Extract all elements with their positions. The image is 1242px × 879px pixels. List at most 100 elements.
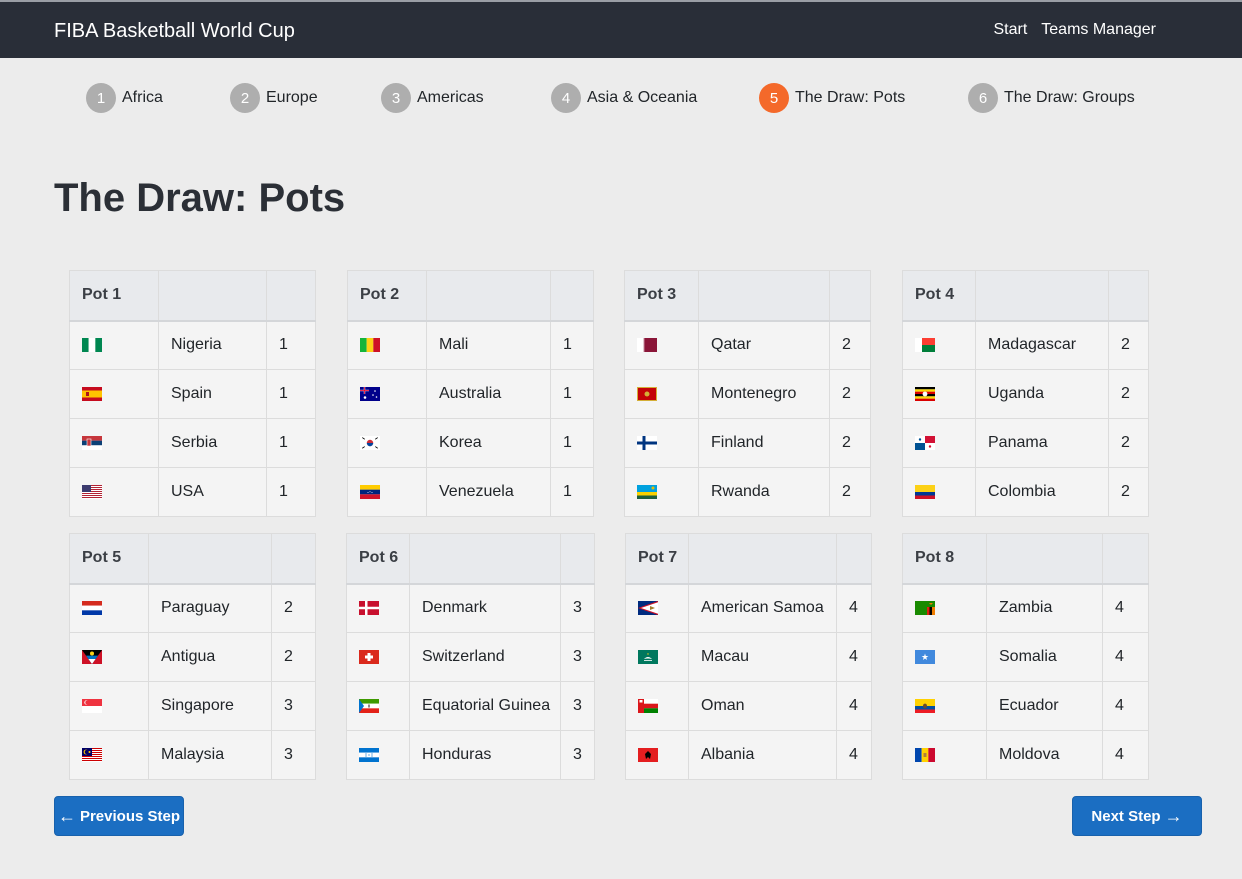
country-name: Finland bbox=[698, 418, 830, 468]
country-name: Panama bbox=[975, 418, 1109, 468]
next-step-label: Next Step bbox=[1091, 807, 1161, 825]
team-rank: 1 bbox=[266, 467, 316, 517]
panama-flag-icon bbox=[915, 435, 935, 450]
pot-header-row: Pot 1 bbox=[69, 270, 316, 322]
table-row: Rwanda 2 bbox=[624, 467, 871, 517]
table-row: Antigua 2 bbox=[69, 632, 316, 682]
flag-cell bbox=[902, 730, 987, 780]
table-row: Panama 2 bbox=[902, 418, 1149, 468]
flag-cell bbox=[902, 681, 987, 731]
rwanda-flag-icon bbox=[637, 484, 657, 499]
table-row: Serbia 1 bbox=[69, 418, 316, 468]
team-rank: 4 bbox=[836, 632, 872, 682]
flag-cell bbox=[902, 583, 987, 633]
pot-table-5: Pot 5 Paraguay 2 Antigua 2 Singapore 3 M… bbox=[69, 533, 316, 780]
finland-flag-icon bbox=[637, 435, 657, 450]
team-rank: 1 bbox=[266, 418, 316, 468]
flag-cell bbox=[902, 632, 987, 682]
country-name: Ecuador bbox=[986, 681, 1103, 731]
country-name: Nigeria bbox=[158, 320, 267, 370]
team-rank: 3 bbox=[271, 730, 316, 780]
step-draw-groups[interactable]: 6 The Draw: Groups bbox=[968, 83, 1135, 113]
colombia-flag-icon bbox=[915, 484, 935, 499]
team-rank: 2 bbox=[1108, 467, 1149, 517]
table-row: Madagascar 2 bbox=[902, 320, 1149, 370]
flag-cell bbox=[69, 418, 159, 468]
team-rank: 2 bbox=[1108, 369, 1149, 419]
brand-title[interactable]: FIBA Basketball World Cup bbox=[54, 19, 295, 43]
pot-header-row: Pot 5 bbox=[69, 533, 316, 585]
pot-name: Pot 6 bbox=[346, 533, 410, 585]
step-asia-oceania[interactable]: 4 Asia & Oceania bbox=[551, 83, 697, 113]
macau-flag-icon bbox=[638, 649, 658, 664]
pot-table-2: Pot 2 Mali 1 Australia 1 Korea 1 Venezue… bbox=[347, 270, 594, 517]
flag-cell bbox=[624, 467, 699, 517]
albania-flag-icon bbox=[638, 747, 658, 762]
team-rank: 4 bbox=[836, 583, 872, 633]
next-step-button[interactable]: Next Step → bbox=[1072, 796, 1202, 836]
flag-cell bbox=[625, 583, 689, 633]
flag-cell bbox=[346, 632, 410, 682]
table-row: Oman 4 bbox=[625, 681, 872, 731]
flag-cell bbox=[69, 730, 149, 780]
step-draw-pots[interactable]: 5 The Draw: Pots bbox=[759, 83, 905, 113]
team-rank: 1 bbox=[266, 369, 316, 419]
country-name: Rwanda bbox=[698, 467, 830, 517]
team-rank: 2 bbox=[829, 467, 871, 517]
page-title: The Draw: Pots bbox=[54, 176, 346, 220]
madagascar-flag-icon bbox=[915, 338, 935, 353]
pot-header-cell bbox=[426, 270, 551, 322]
team-rank: 4 bbox=[836, 730, 872, 780]
table-row: Equatorial Guinea 3 bbox=[346, 681, 595, 731]
country-name: Switzerland bbox=[409, 632, 561, 682]
korea-flag-icon bbox=[360, 435, 380, 450]
team-rank: 4 bbox=[1102, 583, 1149, 633]
table-row: Somalia 4 bbox=[902, 632, 1149, 682]
flag-cell bbox=[69, 632, 149, 682]
mali-flag-icon bbox=[360, 338, 380, 353]
step-number-badge: 5 bbox=[759, 83, 789, 113]
table-row: Nigeria 1 bbox=[69, 320, 316, 370]
nav-link-start[interactable]: Start bbox=[993, 20, 1027, 40]
pot-header-cell bbox=[975, 270, 1109, 322]
pot-table-8: Pot 8 Zambia 4 Somalia 4 Ecuador 4 Moldo… bbox=[902, 533, 1149, 780]
pot-name: Pot 2 bbox=[347, 270, 427, 322]
nav-link-teams-manager[interactable]: Teams Manager bbox=[1041, 20, 1156, 40]
table-row: Denmark 3 bbox=[346, 583, 595, 633]
country-name: Montenegro bbox=[698, 369, 830, 419]
country-name: USA bbox=[158, 467, 267, 517]
flag-cell bbox=[347, 467, 427, 517]
pot-header-cell bbox=[698, 270, 830, 322]
team-rank: 2 bbox=[1108, 418, 1149, 468]
previous-step-button[interactable]: ← Previous Step bbox=[54, 796, 184, 836]
country-name: Malaysia bbox=[148, 730, 272, 780]
step-europe[interactable]: 2 Europe bbox=[230, 83, 318, 113]
team-rank: 1 bbox=[266, 320, 316, 370]
country-name: Antigua bbox=[148, 632, 272, 682]
country-name: Equatorial Guinea bbox=[409, 681, 561, 731]
table-row: Ecuador 4 bbox=[902, 681, 1149, 731]
ecuador-flag-icon bbox=[915, 698, 935, 713]
pot-header-cell bbox=[688, 533, 837, 585]
flag-cell bbox=[69, 583, 149, 633]
denmark-flag-icon bbox=[359, 601, 379, 616]
step-progress: 1 Africa 2 Europe 3 Americas 4 Asia & Oc… bbox=[0, 83, 1242, 113]
step-americas[interactable]: 3 Americas bbox=[381, 83, 484, 113]
country-name: Colombia bbox=[975, 467, 1109, 517]
flag-cell bbox=[625, 681, 689, 731]
table-row: Moldova 4 bbox=[902, 730, 1149, 780]
country-name: Moldova bbox=[986, 730, 1103, 780]
pot-name: Pot 3 bbox=[624, 270, 699, 322]
singapore-flag-icon bbox=[82, 698, 102, 713]
pot-header-cell bbox=[409, 533, 561, 585]
step-label: Europe bbox=[266, 89, 318, 106]
table-row: Zambia 4 bbox=[902, 583, 1149, 633]
table-row: Korea 1 bbox=[347, 418, 594, 468]
flag-cell bbox=[346, 730, 410, 780]
step-africa[interactable]: 1 Africa bbox=[86, 83, 163, 113]
country-name: Madagascar bbox=[975, 320, 1109, 370]
pot-header-cell bbox=[271, 533, 316, 585]
flag-cell bbox=[347, 320, 427, 370]
pot-name: Pot 1 bbox=[69, 270, 159, 322]
pot-header-cell bbox=[550, 270, 594, 322]
